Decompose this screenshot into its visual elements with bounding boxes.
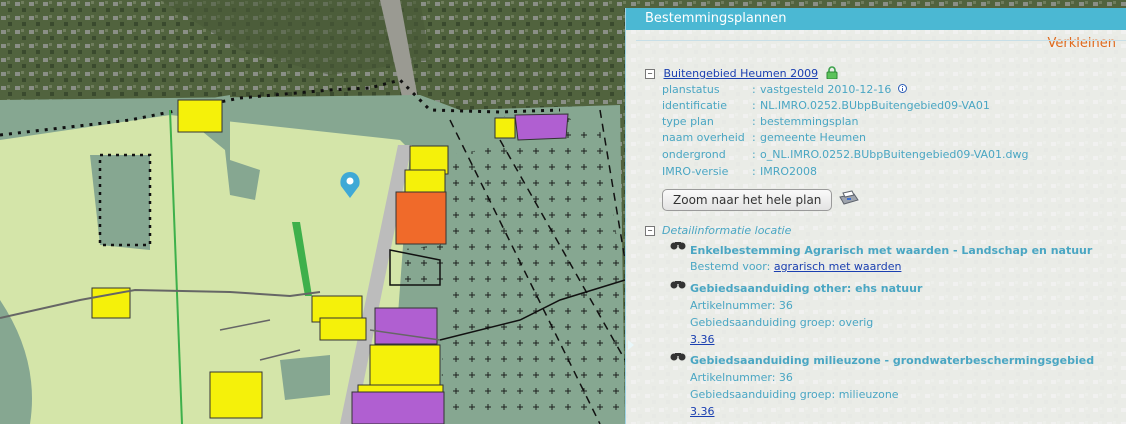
prop-colon: : [752,83,756,96]
prop-key: type plan [662,115,714,128]
prop-colon: : [752,115,756,128]
agricultural-zone [0,115,410,424]
detail-item-article: Artikelnummer: 36 [690,371,793,384]
prop-value: IMRO2008 [760,165,818,178]
orange-plot [395,191,447,245]
binoculars-icon [670,353,686,361]
detail-item-title: Gebiedsaanduiding milieuzone - grondwate… [690,354,1095,367]
purpose-link[interactable]: agrarisch met waarden [774,260,902,273]
prop-row: ondergrond: o_NL.IMRO.0252.BUbpBuitengebi… [662,148,1029,161]
detail-item-article: Artikelnummer: 36 [690,299,793,312]
prop-colon: : [752,165,756,178]
prop-colon: : [752,131,756,144]
binoculars-icon [670,281,686,289]
zoom-to-plan-button[interactable]: Zoom naar het hele plan [662,189,833,211]
detail-item-link-row: 3.36 [690,405,715,418]
prop-key: planstatus [662,83,720,96]
prop-value: vastgesteld 2010-12-16 [760,83,892,96]
detail-item-group: Gebiedsaanduiding groep: overig [690,316,874,329]
panel-title: Bestemmingsplannen [645,11,787,26]
prop-key: naam overheid [662,131,745,144]
prop-value: NL.IMRO.0252.BUbpBuitengebied09-VA01 [760,99,990,112]
article-link[interactable]: 3.36 [690,333,715,346]
purpose-label: Bestemd voor: [690,260,771,273]
prop-row: naam overheid: gemeente Heumen [662,131,866,144]
prop-key: IMRO-versie [662,165,729,178]
detail-item-purpose: Bestemd voor: agrarisch met waarden [690,260,901,273]
detail-item-title: Enkelbestemming Agrarisch met waarden - … [690,244,1093,257]
plan-section-header: − Buitengebied Heumen 2009 [645,66,838,80]
prop-row: planstatus: vastgesteld 2010-12-16 [662,83,907,96]
prop-value: bestemmingsplan [760,115,859,128]
binoculars-icon [670,242,686,250]
prop-row: identificatie: NL.IMRO.0252.BUbpBuitengeb… [662,99,990,112]
detail-item-group: Gebiedsaanduiding groep: milieuzone [690,388,899,401]
minimize-button[interactable]: Verkleinen [1048,36,1116,51]
divider [636,40,1126,41]
prop-value: gemeente Heumen [760,131,867,144]
detail-title: Detailinformatie locatie [662,224,792,237]
detail-item-link-row: 3.36 [690,333,715,346]
collapse-toggle[interactable]: − [645,226,655,236]
article-link[interactable]: 3.36 [690,405,715,418]
print-icon[interactable] [836,188,860,208]
detail-section-header: − [645,224,655,237]
collapse-toggle[interactable]: − [645,69,655,79]
prop-value: o_NL.IMRO.0252.BUbpBuitengebied09-VA01.d… [760,148,1029,161]
bestemmingsplannen-panel: Bestemmingsplannen Verkleinen − Buitenge… [625,8,1126,424]
panel-header: Bestemmingsplannen [626,8,1126,30]
lock-icon [826,66,838,80]
plan-name-link[interactable]: Buitengebied Heumen 2009 [664,67,819,80]
prop-key: identificatie [662,99,728,112]
prop-key: ondergrond [662,148,726,161]
prop-row: type plan: bestemmingsplan [662,115,858,128]
detail-item-title: Gebiedsaanduiding other: ehs natuur [690,282,923,295]
prop-colon: : [752,148,756,161]
info-icon[interactable] [897,84,907,93]
prop-row: IMRO-versie: IMRO2008 [662,165,817,178]
panel-toolbar: Verkleinen [626,30,1126,56]
prop-colon: : [752,99,756,112]
